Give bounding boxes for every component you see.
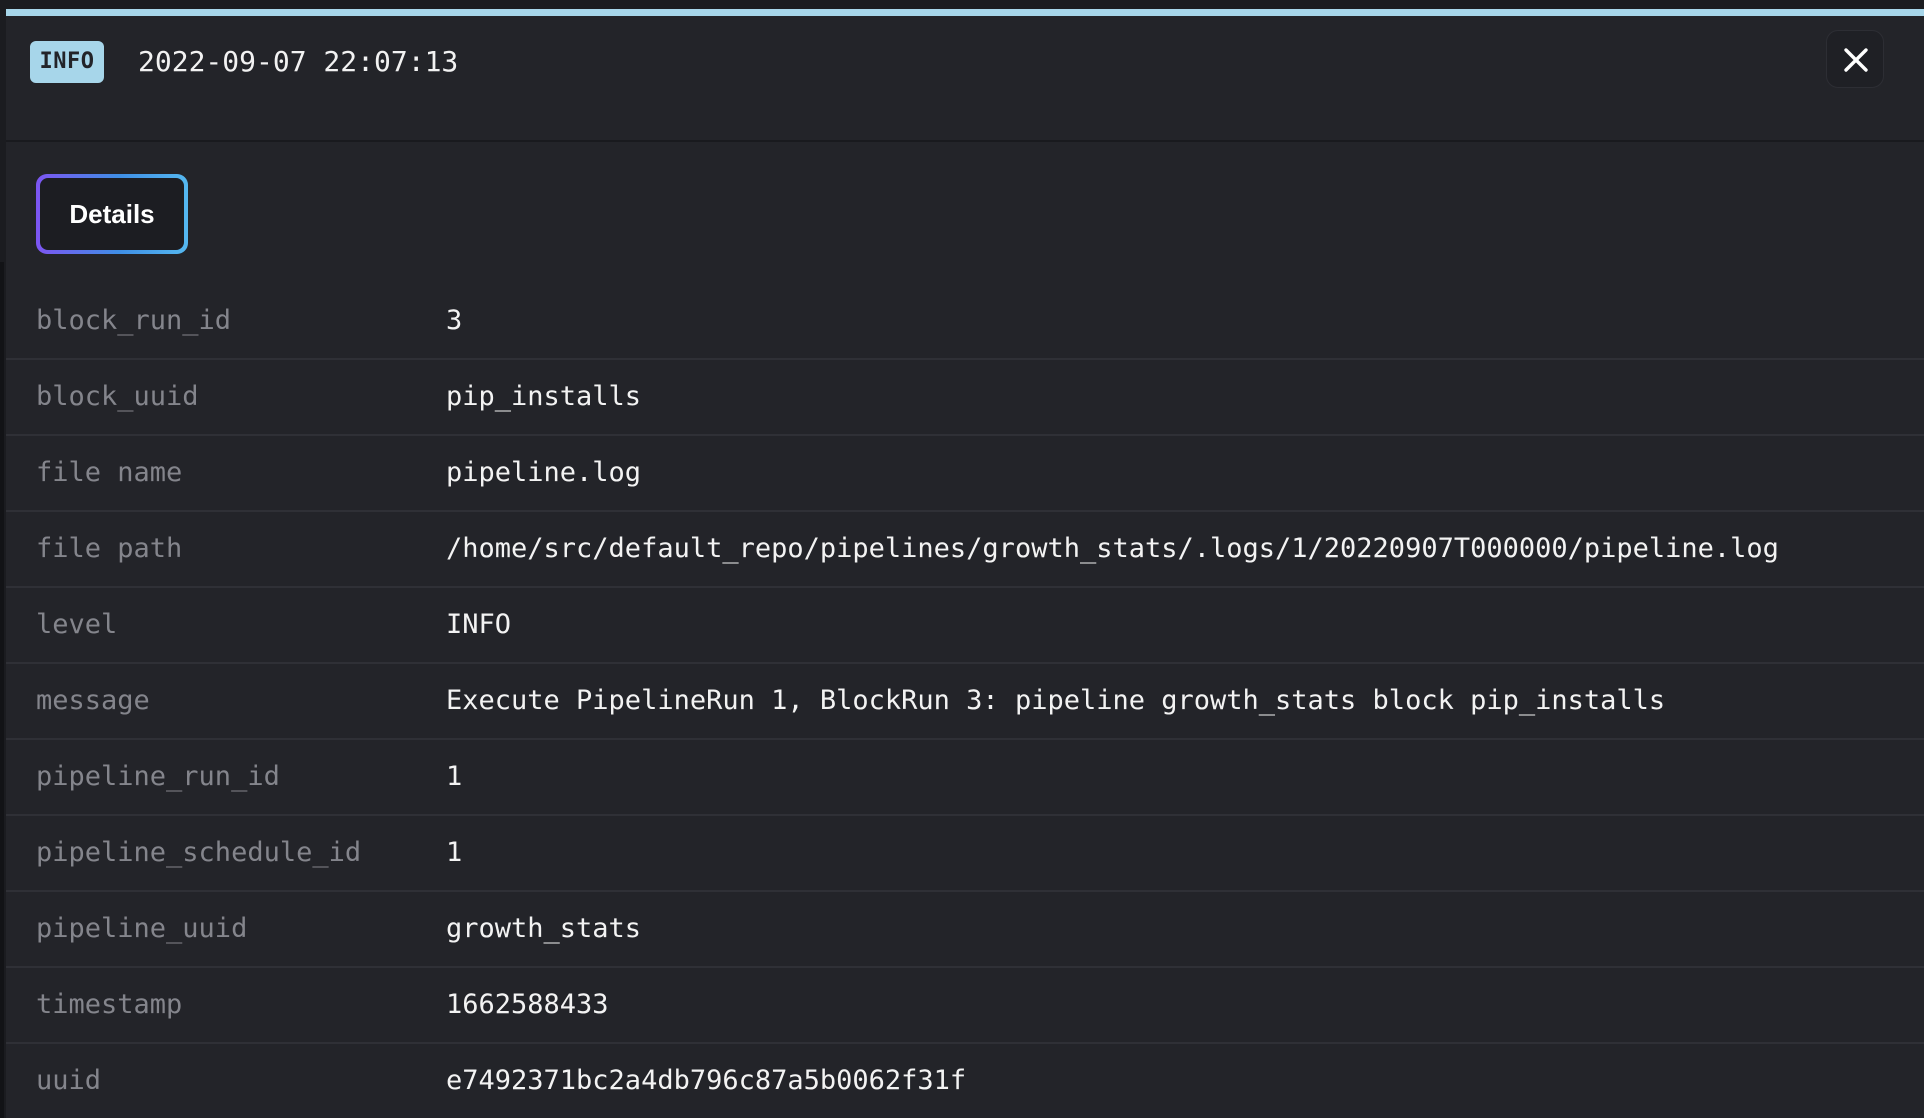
row-value: 1 (446, 761, 463, 792)
level-accent-bar (0, 9, 1924, 16)
table-row: file name pipeline.log (6, 436, 1924, 512)
left-edge-strip (0, 262, 4, 1118)
close-icon (1844, 48, 1868, 72)
row-value: 1 (446, 837, 463, 868)
close-button[interactable] (1826, 30, 1884, 88)
row-value: pip_installs (446, 381, 642, 412)
row-value: pipeline.log (446, 457, 642, 488)
table-row: pipeline_uuid growth_stats (6, 892, 1924, 968)
table-row: block_run_id 3 (6, 284, 1924, 360)
details-table: block_run_id 3 block_uuid pip_installs f… (6, 284, 1924, 1118)
table-row: timestamp 1662588433 (6, 968, 1924, 1044)
row-value: /home/src/default_repo/pipelines/growth_… (446, 533, 1779, 564)
row-key: level (36, 609, 118, 640)
table-row: block_uuid pip_installs (6, 360, 1924, 436)
row-key: message (36, 685, 150, 716)
row-key: uuid (36, 1065, 102, 1096)
row-key: block_run_id (36, 305, 232, 336)
row-key: file path (36, 533, 183, 564)
row-key: pipeline_schedule_id (36, 837, 362, 868)
row-key: block_uuid (36, 381, 199, 412)
tab-details-label: Details (40, 178, 184, 250)
row-value: 3 (446, 305, 463, 336)
log-timestamp: 2022-09-07 22:07:13 (138, 45, 459, 78)
table-row: level INFO (6, 588, 1924, 664)
tab-details[interactable]: Details (36, 174, 188, 254)
row-value: e7492371bc2a4db796c87a5b0062f31f (446, 1065, 967, 1096)
row-key: pipeline_uuid (36, 913, 248, 944)
table-row: pipeline_schedule_id 1 (6, 816, 1924, 892)
row-key: file name (36, 457, 183, 488)
table-row: message Execute PipelineRun 1, BlockRun … (6, 664, 1924, 740)
row-key: timestamp (36, 989, 183, 1020)
table-row: file path /home/src/default_repo/pipelin… (6, 512, 1924, 588)
row-value: growth_stats (446, 913, 642, 944)
row-value: Execute PipelineRun 1, BlockRun 3: pipel… (446, 685, 1666, 716)
row-value: INFO (446, 609, 512, 640)
table-row: pipeline_run_id 1 (6, 740, 1924, 816)
row-key: pipeline_run_id (36, 761, 280, 792)
row-value: 1662588433 (446, 989, 609, 1020)
table-row: uuid e7492371bc2a4db796c87a5b0062f31f (6, 1044, 1924, 1118)
level-badge: INFO (30, 41, 104, 83)
